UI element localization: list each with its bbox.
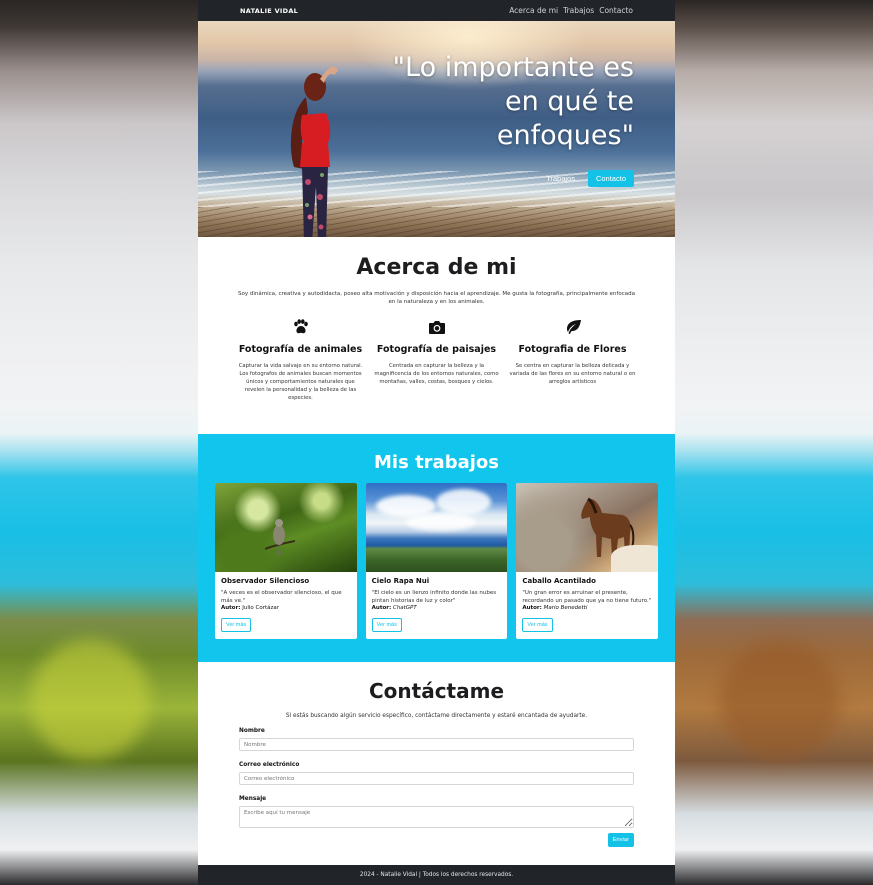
footer: 2024 - Natalie Vidal | Todos los derecho… <box>198 865 675 885</box>
card-author-name: Mario Benedetti <box>543 605 588 611</box>
card-title: Observador Silencioso <box>221 577 310 585</box>
card-quote: "Un gran error es arruinar el presente, … <box>522 590 652 604</box>
card-image-sky <box>365 483 508 572</box>
form-group-name: Nombre <box>239 728 634 751</box>
card-image-clouds <box>405 513 476 531</box>
card-quote: "El cielo es un lienzo infinito donde la… <box>371 590 497 604</box>
feature-text: Capturar la vida salvaje en su entorno n… <box>238 363 363 401</box>
page: NATALIE VIDAL Acerca de mi Trabajos Cont… <box>198 0 675 885</box>
contact-form: Nombre Correo electrónico Mensaje Enviar <box>198 728 675 847</box>
feature-title: Fotografía de paisajes <box>376 344 497 355</box>
nav-links: Acerca de mi Trabajos Contacto <box>509 6 633 15</box>
nav-link-about[interactable]: Acerca de mi <box>509 6 558 15</box>
about-section: Acerca de mi Soy dinámica, creativa y au… <box>198 237 675 434</box>
card-body: Caballo Acantilado "Un gran error es arr… <box>516 572 658 637</box>
hero-quote: "Lo importante es en qué te enfoques" <box>392 52 634 151</box>
email-label: Correo electrónico <box>239 762 300 768</box>
backdrop-blob <box>720 640 840 760</box>
features: Fotografía de animales Capturar la vida … <box>198 318 675 402</box>
card-image-clouds <box>435 489 491 515</box>
works-title: Mis trabajos <box>374 452 499 473</box>
work-card: Observador Silencioso "A veces es el obs… <box>215 483 357 639</box>
footer-text: 2024 - Natalie Vidal | Todos los derecho… <box>359 872 514 878</box>
card-author: Autor: ChatGPT <box>372 605 502 611</box>
hero-buttons: Trabajos Contacto <box>538 170 634 187</box>
feature-text: Se centra en capturar la belleza delicad… <box>509 363 636 385</box>
submit-button[interactable]: Enviar <box>607 833 634 847</box>
card-image-horse <box>516 483 659 572</box>
card-title: Caballo Acantilado <box>522 577 596 585</box>
email-field[interactable] <box>239 772 634 785</box>
feature-text: Centrada en capturar la belleza y la mag… <box>374 363 499 385</box>
card-author-label: Autor: <box>522 605 542 611</box>
card-image-bird <box>215 483 357 572</box>
card-body: Observador Silencioso "A veces es el obs… <box>215 572 357 637</box>
hero: "Lo importante es en qué te enfoques" Tr… <box>198 21 675 237</box>
form-group-message: Mensaje <box>239 796 634 828</box>
card-body: Cielo Rapa Nui "El cielo es un lienzo in… <box>366 572 508 637</box>
message-field[interactable] <box>239 806 634 828</box>
card-author: Autor: Julio Cortázar <box>221 605 351 611</box>
contact-section: Contáctame Si estás buscando algún servi… <box>198 662 675 862</box>
card-author-name: ChatGPT <box>392 605 417 611</box>
card-author-label: Autor: <box>221 605 241 611</box>
form-group-email: Correo electrónico <box>239 762 634 785</box>
submit-row: Enviar <box>239 833 634 847</box>
hero-works-button[interactable]: Trabajos <box>538 170 583 187</box>
see-more-button[interactable]: Ver más <box>371 618 402 632</box>
hero-contact-button[interactable]: Contacto <box>587 170 634 187</box>
camera-icon <box>373 318 501 336</box>
nav-link-works[interactable]: Trabajos <box>563 6 594 15</box>
leaf-icon <box>509 318 637 336</box>
card-title: Cielo Rapa Nui <box>371 577 430 585</box>
hero-woman-figure <box>290 66 338 237</box>
work-cards: Observador Silencioso "A veces es el obs… <box>198 483 675 639</box>
hero-sand <box>198 207 675 237</box>
work-card: Caballo Acantilado "Un gran error es arr… <box>516 483 659 639</box>
card-author-name: Julio Cortázar <box>242 605 280 611</box>
backdrop-blob <box>30 640 150 760</box>
name-field[interactable] <box>239 738 634 751</box>
feature-animals: Fotografía de animales Capturar la vida … <box>237 318 365 402</box>
see-more-button[interactable]: Ver más <box>221 618 252 632</box>
feature-title: Fotografía de animales <box>238 344 363 355</box>
about-title: Acerca de mi <box>356 255 517 280</box>
card-author-label: Autor: <box>371 605 392 611</box>
nav-link-contact[interactable]: Contacto <box>599 6 633 15</box>
about-text: Soy dinámica, creativa y autodidacta, po… <box>238 291 635 305</box>
contact-text: Si estás buscando algún servicio específ… <box>285 713 588 719</box>
card-image-rock <box>611 545 659 572</box>
card-author: Autor: Mario Benedetti <box>522 605 652 611</box>
navbar: NATALIE VIDAL Acerca de mi Trabajos Cont… <box>198 0 675 21</box>
feature-title: Fotografia de Flores <box>518 344 627 355</box>
feature-flowers: Fotografia de Flores Se centra en captur… <box>509 318 637 402</box>
card-quote: "A veces es el observador silencioso, el… <box>221 590 342 604</box>
feature-landscapes: Fotografía de paisajes Centrada en captu… <box>373 318 501 402</box>
paw-icon <box>237 318 365 336</box>
contact-title: Contáctame <box>368 679 505 703</box>
name-label: Nombre <box>239 728 265 734</box>
works-section: Mis trabajos Observador Silencioso "A ve… <box>198 434 675 662</box>
message-label: Mensaje <box>239 796 267 802</box>
brand-logo[interactable]: NATALIE VIDAL <box>240 7 298 15</box>
work-card: Cielo Rapa Nui "El cielo es un lienzo in… <box>365 483 508 639</box>
see-more-button[interactable]: Ver más <box>522 618 553 632</box>
